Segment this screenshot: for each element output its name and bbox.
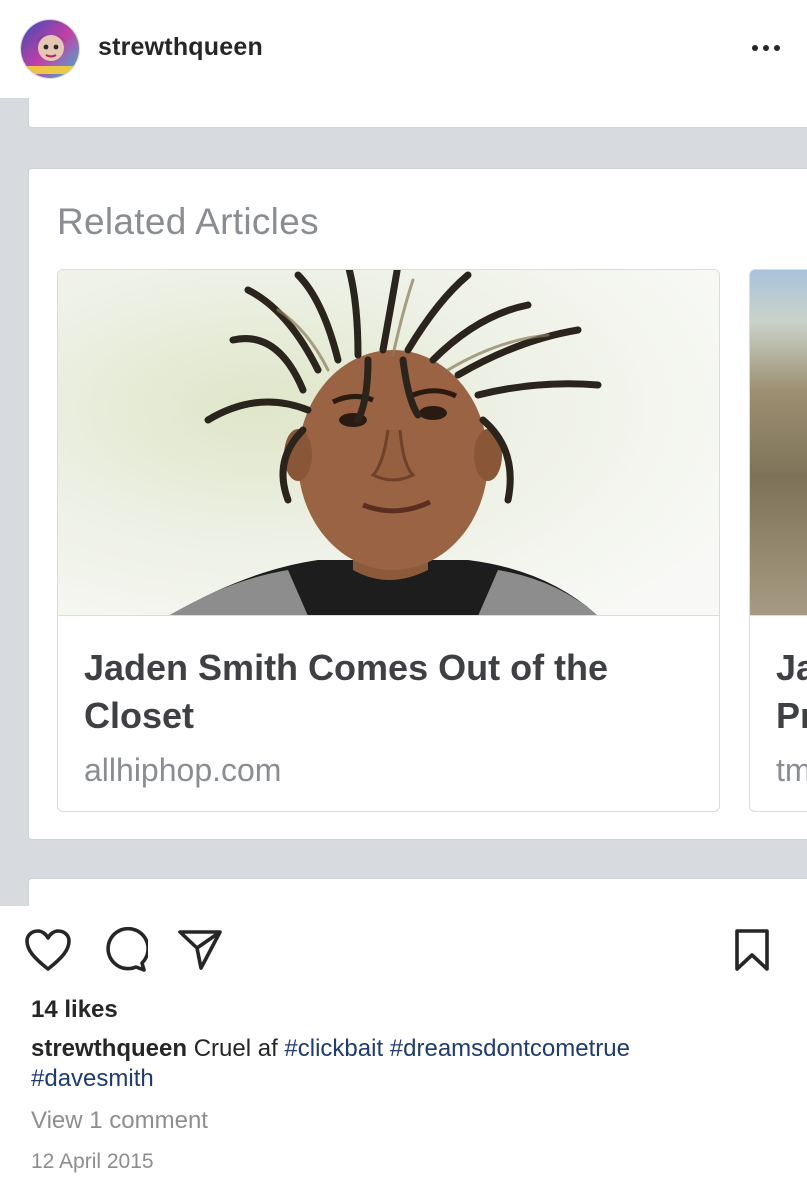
article-card: Jaden Smith Comes Out of the Closet allh… [57, 269, 720, 812]
caption-text: Cruel af [187, 1035, 285, 1062]
post-header: strewthqueen [0, 0, 807, 98]
hashtag-link[interactable]: #clickbait [284, 1035, 383, 1062]
post-caption: strewthqueen Cruel af #clickbait #dreams… [31, 1034, 771, 1094]
article-thumbnail [58, 270, 719, 616]
more-horizontal-icon[interactable] [748, 30, 784, 66]
post-username[interactable]: strewthqueen [98, 33, 263, 62]
post-date: 12 April 2015 [31, 1150, 154, 1173]
post-actions [0, 925, 807, 977]
dot [752, 45, 758, 51]
hashtag-link[interactable]: #davesmith [31, 1065, 154, 1092]
dot [763, 45, 769, 51]
dot [774, 45, 780, 51]
article-thumbnail [750, 270, 807, 616]
portrait-photo [58, 270, 719, 615]
likes-count[interactable]: 14 likes [31, 996, 118, 1024]
view-comments-link[interactable]: View 1 comment [31, 1107, 208, 1135]
post-image[interactable]: Related Articles Jaden Smith Comes Out o… [0, 98, 807, 906]
card-fragment [28, 98, 807, 128]
send-icon[interactable] [175, 925, 225, 975]
card-fragment [28, 878, 807, 906]
heart-icon[interactable] [23, 925, 73, 975]
profile-avatar[interactable] [20, 19, 80, 79]
article-title: Jaden Smith Comes Out of the Closet [84, 647, 609, 736]
article-card: Ja Pr tm [749, 269, 807, 812]
related-articles-heading: Related Articles [57, 201, 319, 242]
article-source: tm [776, 752, 807, 788]
related-articles-card: Related Articles Jaden Smith Comes Out o… [28, 168, 807, 840]
hashtag-link[interactable]: #dreamsdontcometrue [390, 1035, 630, 1062]
article-source: allhiphop.com [84, 752, 282, 788]
avatar-image [21, 20, 79, 78]
bookmark-icon[interactable] [727, 925, 777, 975]
comment-icon[interactable] [100, 925, 150, 975]
article-title: Ja Pr [776, 647, 807, 736]
caption-username[interactable]: strewthqueen [31, 1035, 187, 1062]
